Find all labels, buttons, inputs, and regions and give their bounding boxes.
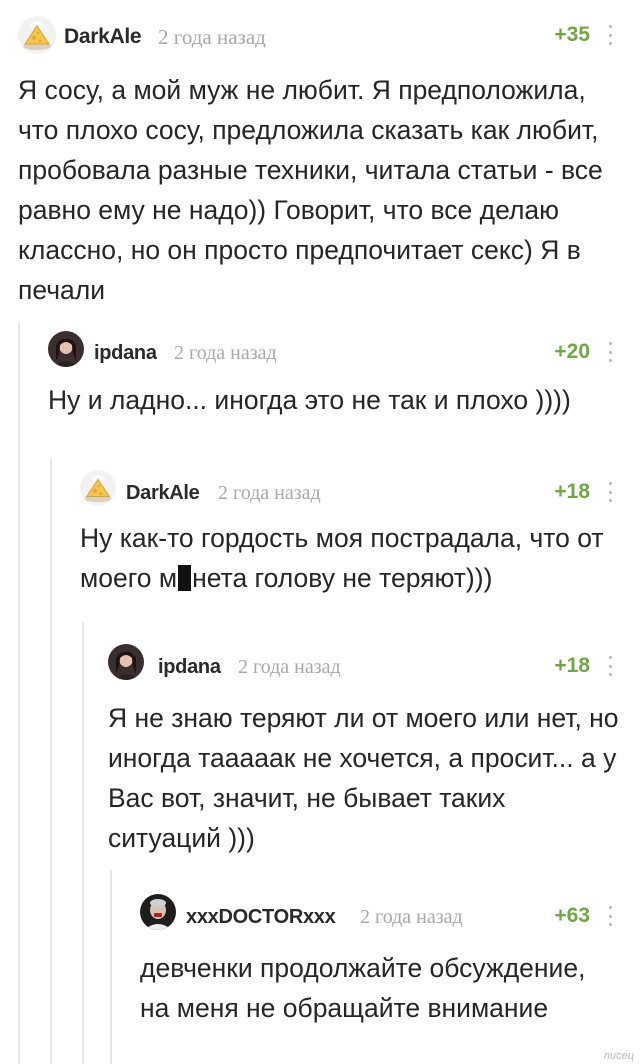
comment-header: ipdana 2 года назад +18 xyxy=(82,622,640,680)
cheese-avatar-icon xyxy=(18,16,56,54)
user-photo-icon xyxy=(108,644,144,680)
censor-block xyxy=(178,565,192,591)
comment-rating: +18 xyxy=(554,480,590,503)
comment-text: Ну и ладно... иногда это не так и плохо … xyxy=(48,385,571,415)
comment-header: ipdana 2 года назад +20 xyxy=(18,322,640,374)
comment-rating: +20 xyxy=(554,340,590,363)
cheese-avatar-icon xyxy=(80,470,116,506)
comment: ipdana 2 года назад +18 Я не знаю теряют… xyxy=(82,622,640,858)
doctor-avatar-icon xyxy=(140,894,176,930)
comment: ipdana 2 года назад +20 Ну и ладно... ин… xyxy=(18,322,640,420)
avatar[interactable] xyxy=(18,16,56,54)
author-name[interactable]: xxxDOCTORxxx xyxy=(186,906,336,929)
avatar[interactable] xyxy=(48,331,84,367)
comment-time[interactable]: 2 года назад xyxy=(174,342,277,365)
comment-text: Ну как-то гордость моя пострадала, что о… xyxy=(50,518,640,598)
comment-text: Я сосу, а мой муж не любит. Я предположи… xyxy=(18,75,603,305)
comment: DarkAle 2 года назад +18 Ну как-то гордо… xyxy=(50,458,640,598)
comment-text-part: нета голову не теряют))) xyxy=(192,563,493,593)
author-name[interactable]: DarkAle xyxy=(64,25,142,49)
user-photo-icon xyxy=(48,331,84,367)
comment-time[interactable]: 2 года назад xyxy=(360,906,463,929)
avatar[interactable] xyxy=(80,470,116,506)
comment: DarkAle 2 года назад +35 Я сосу, а мой м… xyxy=(0,0,640,310)
more-options-icon[interactable] xyxy=(608,25,612,45)
comment-time[interactable]: 2 года назад xyxy=(218,482,321,505)
more-options-icon[interactable] xyxy=(608,342,612,362)
author-name[interactable]: ipdana xyxy=(158,656,221,679)
comment-header: xxxDOCTORxxx 2 года назад +63 xyxy=(110,870,640,930)
more-options-icon[interactable] xyxy=(608,656,612,676)
comment-rating: +35 xyxy=(554,23,590,46)
comment-rating: +63 xyxy=(554,904,590,927)
comment-header: DarkAle 2 года назад +18 xyxy=(50,458,640,510)
author-name[interactable]: DarkAle xyxy=(126,482,200,505)
avatar[interactable] xyxy=(140,894,176,930)
thread-line xyxy=(18,322,20,1064)
comment-text: девченки продолжайте обсуждение, на меня… xyxy=(140,953,586,1023)
comment-time[interactable]: 2 года назад xyxy=(238,656,341,679)
comment-rating: +18 xyxy=(554,654,590,677)
comment-header: DarkAle 2 года назад +35 xyxy=(0,0,640,58)
more-options-icon[interactable] xyxy=(608,482,612,502)
comment-thread: DarkAle 2 года назад +35 Я сосу, а мой м… xyxy=(0,0,640,1064)
comment: xxxDOCTORxxx 2 года назад +63 девченки п… xyxy=(110,870,640,1028)
author-name[interactable]: ipdana xyxy=(94,342,157,365)
watermark: писец xyxy=(603,1050,634,1062)
more-options-icon[interactable] xyxy=(608,906,612,926)
comment-time[interactable]: 2 года назад xyxy=(158,25,266,50)
comment-text: Я не знаю теряют ли от моего или нет, но… xyxy=(108,703,619,853)
avatar[interactable] xyxy=(108,644,144,680)
